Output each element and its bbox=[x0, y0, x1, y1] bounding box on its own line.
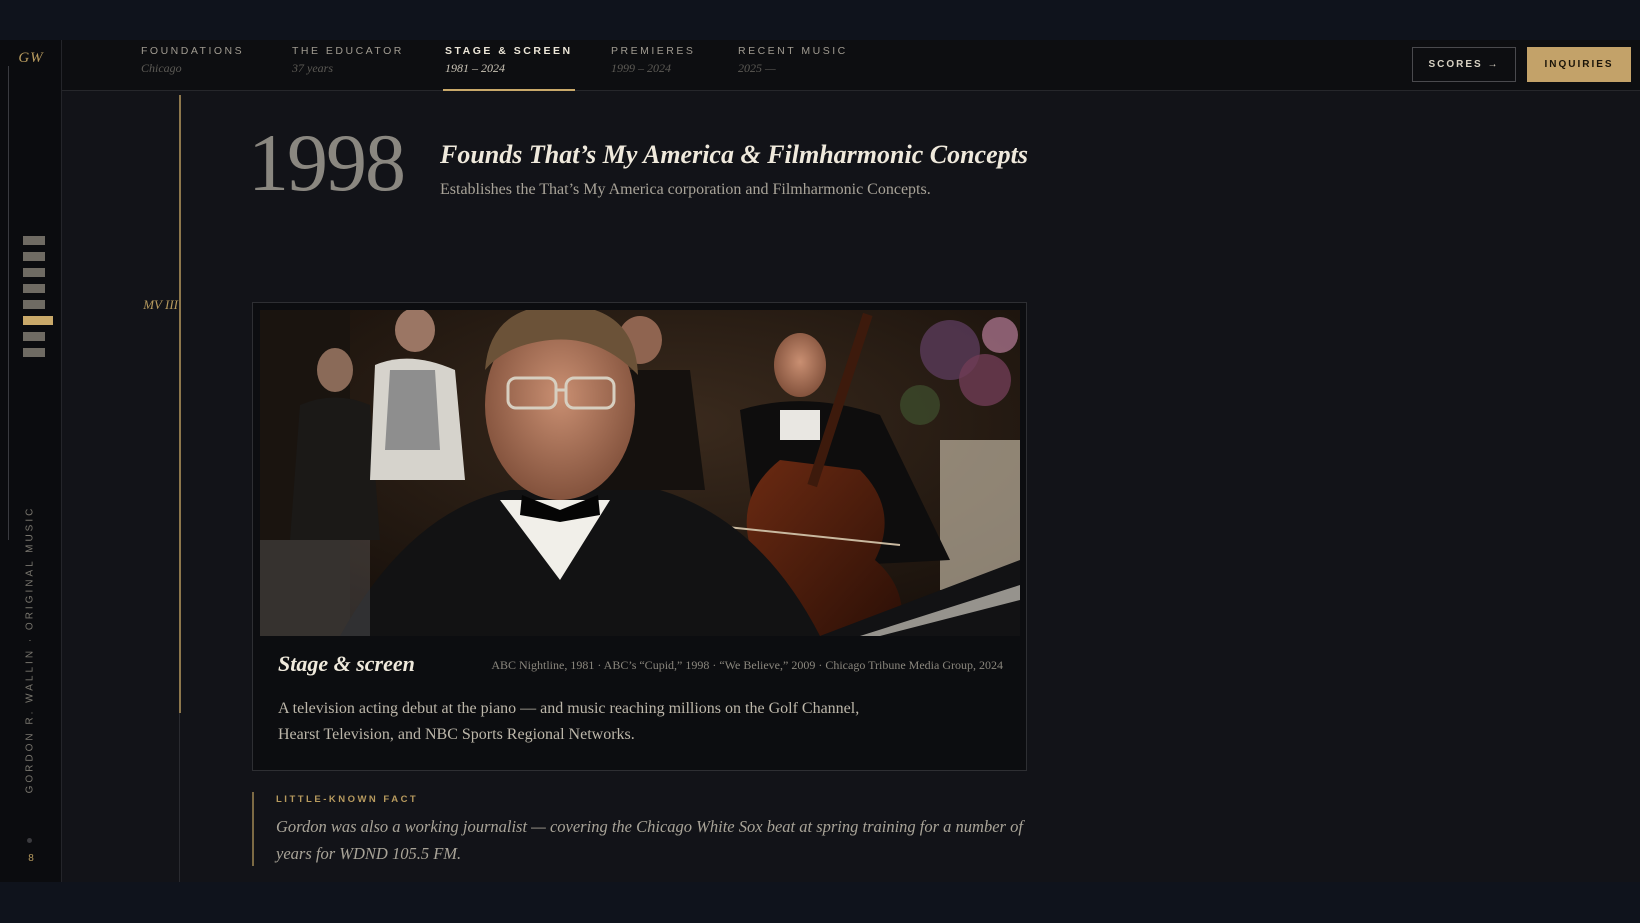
page-frame: GW GORDON R. WALLIN · ORIGINAL MUSIC 8 F… bbox=[0, 40, 1640, 882]
site-tagline: GORDON R. WALLIN · ORIGINAL MUSIC bbox=[24, 505, 36, 794]
event-year: 1998 bbox=[248, 117, 406, 208]
movement-tick[interactable] bbox=[23, 268, 45, 277]
event-title: Founds That’s My America & Filmharmonic … bbox=[440, 140, 1028, 169]
nav-item-title: PREMIERES bbox=[611, 45, 696, 57]
card-body: A television acting debut at the piano —… bbox=[278, 700, 860, 743]
timeline-spine bbox=[179, 713, 180, 882]
movement-ticks bbox=[23, 236, 53, 364]
performance-photo bbox=[260, 310, 1020, 636]
top-navigation: FOUNDATIONS Chicago THE EDUCATOR 37 year… bbox=[62, 40, 1640, 91]
movement-tick-active[interactable] bbox=[23, 316, 53, 325]
nav-item-foundations[interactable]: FOUNDATIONS Chicago bbox=[141, 45, 244, 91]
page-number: 8 bbox=[28, 853, 34, 864]
nav-item-title: THE EDUCATOR bbox=[292, 45, 404, 57]
nav-item-title: STAGE & SCREEN bbox=[445, 45, 573, 57]
fact-text: Gordon was also a working journalist — c… bbox=[276, 817, 1023, 863]
rail-divider bbox=[8, 66, 9, 540]
scores-button[interactable]: SCORES → bbox=[1412, 47, 1516, 82]
movement-tick[interactable] bbox=[23, 348, 45, 357]
little-known-fact: LITTLE-KNOWN FACT Gordon was also a work… bbox=[252, 792, 1032, 866]
fact-label: LITTLE-KNOWN FACT bbox=[276, 794, 419, 805]
event-description: Establishes the That’s My America corpor… bbox=[440, 181, 931, 198]
card-title: Stage & screen bbox=[278, 651, 415, 676]
stage-screen-card: Stage & screen ABC Nightline, 1981 · ABC… bbox=[252, 302, 1027, 771]
performance-photo-illustration bbox=[260, 310, 1020, 636]
nav-item-subtitle: 2025 — bbox=[738, 61, 776, 75]
nav-item-subtitle: 37 years bbox=[292, 61, 333, 75]
timeline-spine-active bbox=[179, 95, 181, 713]
logo[interactable]: GW bbox=[0, 50, 62, 67]
nav-item-subtitle: 1981 – 2024 bbox=[445, 61, 505, 75]
left-rail: GW GORDON R. WALLIN · ORIGINAL MUSIC 8 bbox=[0, 40, 62, 882]
nav-item-premieres[interactable]: PREMIERES 1999 – 2024 bbox=[611, 45, 695, 91]
nav-item-title: FOUNDATIONS bbox=[141, 45, 245, 57]
active-nav-underline bbox=[443, 89, 575, 91]
nav-item-recent-music[interactable]: RECENT MUSIC 2025 — bbox=[738, 45, 848, 91]
nav-item-title: RECENT MUSIC bbox=[738, 45, 848, 57]
nav-item-stage-and-screen[interactable]: STAGE & SCREEN 1981 – 2024 bbox=[443, 45, 575, 91]
movement-tick[interactable] bbox=[23, 300, 45, 309]
movement-tick[interactable] bbox=[23, 284, 45, 293]
rail-dot bbox=[27, 838, 32, 843]
movement-label: MV III bbox=[143, 297, 178, 312]
nav-item-the-educator[interactable]: THE EDUCATOR 37 years bbox=[292, 45, 404, 91]
movement-tick[interactable] bbox=[23, 252, 45, 261]
rail-vertical-caption: GORDON R. WALLIN · ORIGINAL MUSIC bbox=[25, 502, 36, 822]
nav-item-subtitle: Chicago bbox=[141, 61, 182, 75]
movement-tick[interactable] bbox=[23, 332, 45, 341]
movement-tick[interactable] bbox=[23, 236, 45, 245]
nav-item-subtitle: 1999 – 2024 bbox=[611, 61, 671, 75]
inquiries-button[interactable]: INQUIRIES bbox=[1527, 47, 1631, 82]
card-credits: ABC Nightline, 1981 · ABC’s “Cupid,” 199… bbox=[491, 658, 1003, 672]
